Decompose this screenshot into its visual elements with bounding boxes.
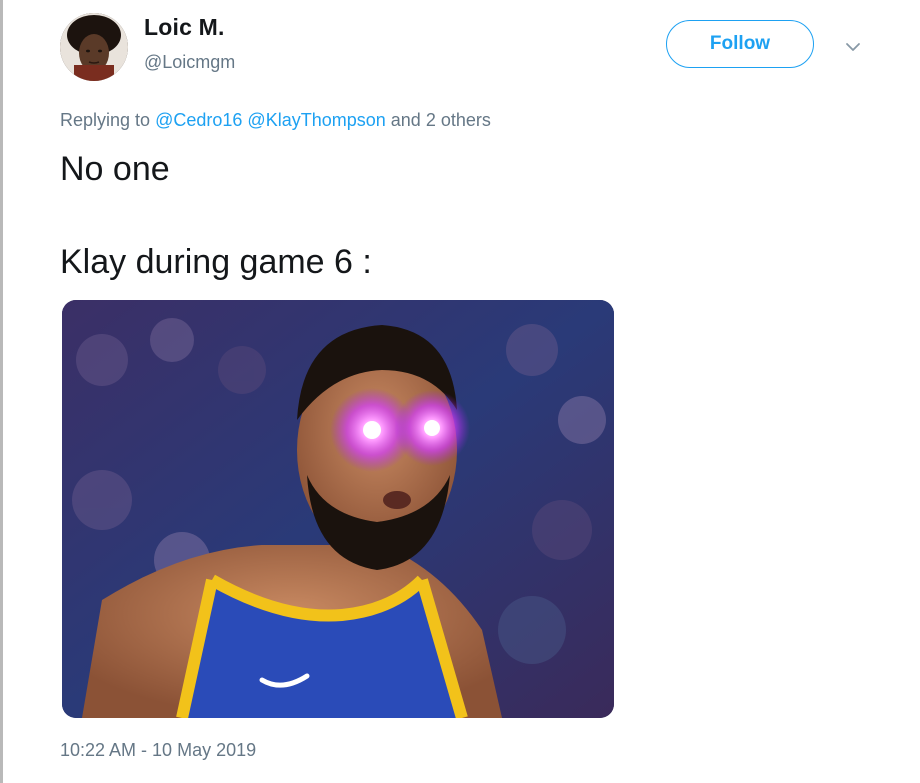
avatar[interactable] [60,13,128,81]
follow-button[interactable]: Follow [666,20,814,68]
tweet-card: Loic M. @Loicmgm Follow Replying to @Ced… [0,0,920,783]
tweet-timestamp[interactable]: 10:22 AM - 10 May 2019 [60,740,256,761]
reply-prefix: Replying to [60,110,151,130]
reply-suffix[interactable]: and 2 others [391,110,491,130]
tweet-text-line: No one [60,150,170,188]
mention-link[interactable]: @KlayThompson [247,110,385,130]
reply-context: Replying to @Cedro16 @KlayThompson and 2… [60,110,491,131]
window-edge [0,0,3,783]
chevron-down-icon[interactable] [842,36,864,58]
author-name[interactable]: Loic M. [144,14,225,41]
tweet-text-line: Klay during game 6 : [60,243,372,281]
tweet-image[interactable] [62,300,614,718]
author-handle[interactable]: @Loicmgm [144,52,235,73]
mention-link[interactable]: @Cedro16 [155,110,242,130]
